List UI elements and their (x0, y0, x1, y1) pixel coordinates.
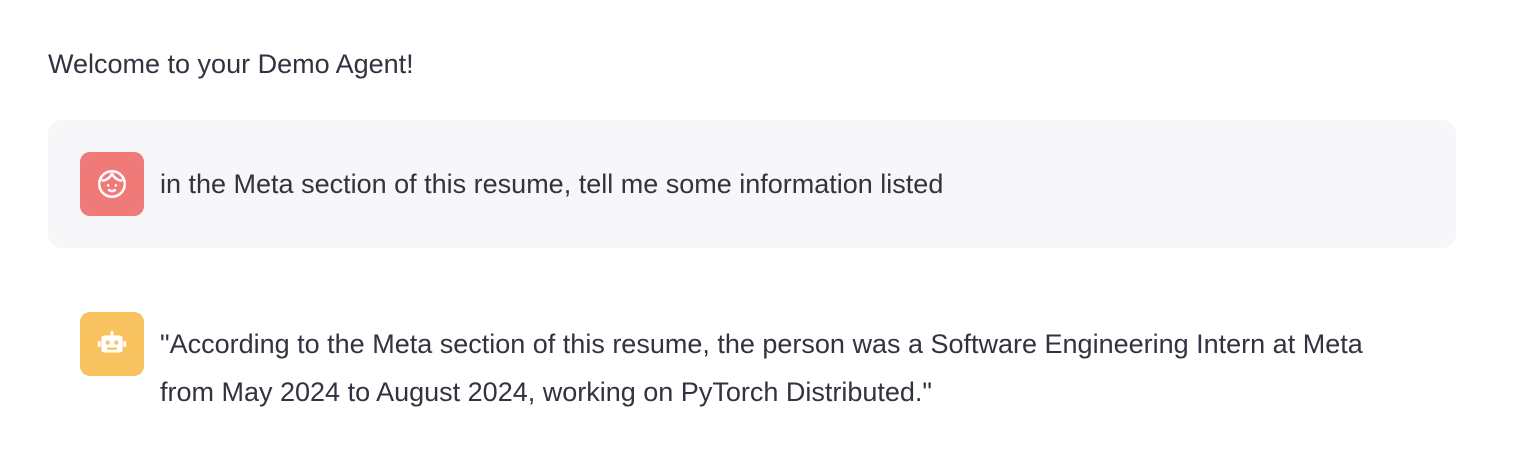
user-message-text: in the Meta section of this resume, tell… (160, 169, 944, 199)
assistant-avatar (80, 312, 144, 376)
chat-message-assistant: "According to the Meta section of this r… (48, 280, 1456, 448)
robot-icon (97, 331, 127, 353)
user-avatar (80, 152, 144, 216)
welcome-title: Welcome to your Demo Agent! (48, 49, 414, 79)
user-face-icon (97, 169, 127, 199)
assistant-message-text: "According to the Meta section of this r… (160, 329, 1363, 407)
chat-message-user: in the Meta section of this resume, tell… (48, 120, 1456, 248)
